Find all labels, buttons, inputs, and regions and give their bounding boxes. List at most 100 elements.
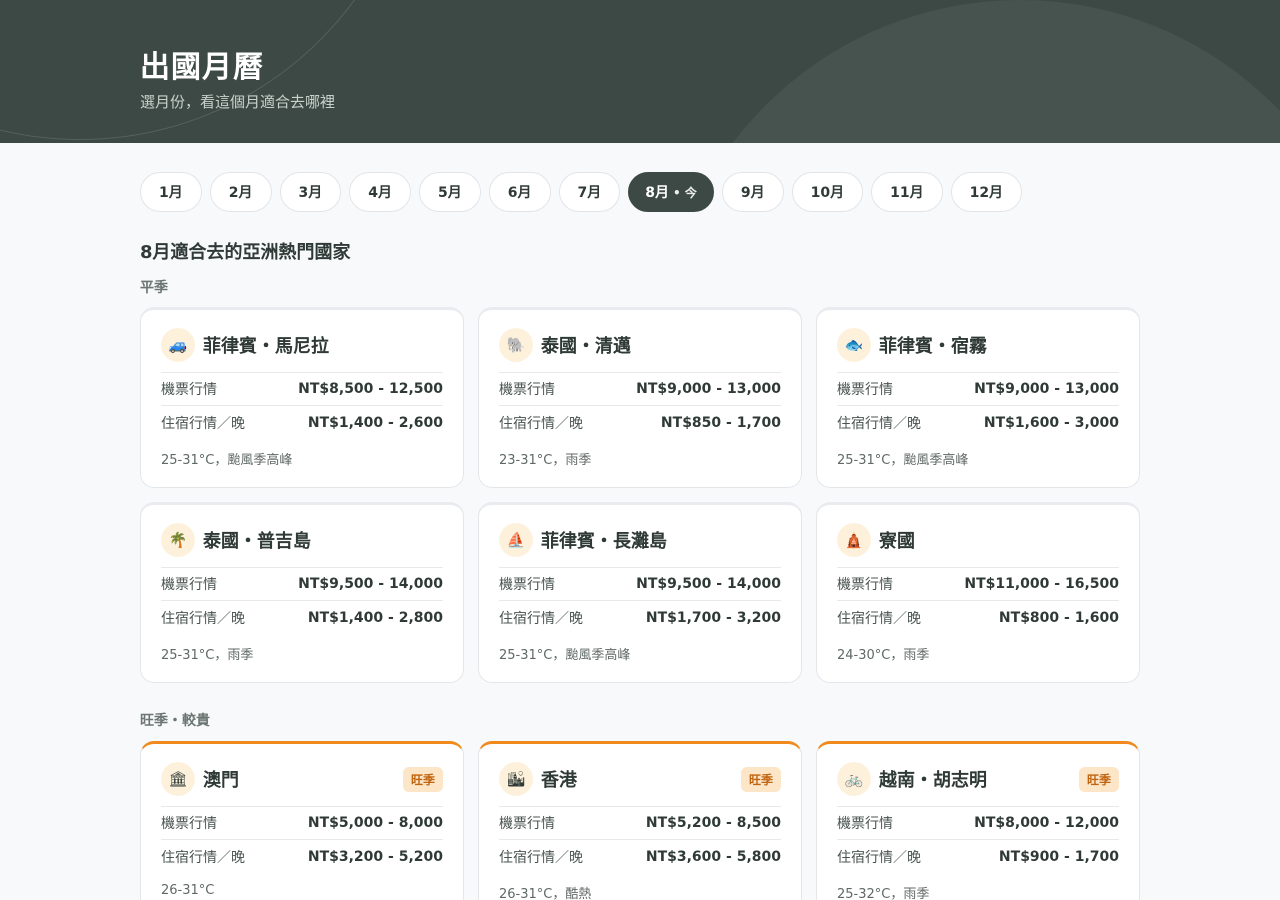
- elephant-icon: 🐘: [499, 328, 533, 362]
- hotel-price-value: NT$1,600 - 3,000: [983, 414, 1119, 431]
- weather-note: 26-31°C，酷熱: [499, 887, 592, 900]
- flight-price-label: 機票行情: [161, 577, 217, 593]
- flight-price-label: 機票行情: [161, 382, 217, 398]
- weather-note: 25-32°C，雨季: [837, 887, 930, 900]
- month-tab-label: 2月: [228, 185, 253, 201]
- flight-price-label: 機票行情: [837, 577, 893, 593]
- destination-card[interactable]: 🐘 泰國・清邁機票行情 NT$9,000 - 13,000 住宿行情／晚 NT$850 …: [478, 307, 802, 488]
- hotel-price-row: 住宿行情／晚 NT$1,400 - 2,800: [161, 601, 443, 634]
- flight-price-value: NT$11,000 - 16,500: [964, 576, 1119, 592]
- today-marker: • 今: [673, 185, 697, 200]
- flight-price-row: 機票行情 NT$11,000 - 16,500: [837, 568, 1119, 601]
- flight-price-label: 機票行情: [837, 382, 893, 398]
- card-header: 🛕 寮國: [837, 523, 1119, 568]
- destination-card[interactable]: 🏛 澳門 旺季 機票行情 NT$5,000 - 8,000 住宿行情／晚 NT$3,200 …: [140, 741, 464, 900]
- peak-season-badge: 旺季: [1078, 766, 1119, 792]
- destination-card[interactable]: 🚲 越南・胡志明 旺季機票行情 NT$8,000 - 12,000 住宿行情／晚 NT$9…: [816, 741, 1140, 900]
- month-tab-7[interactable]: 7月: [558, 172, 621, 212]
- flight-price-value: NT$5,200 - 8,500: [645, 815, 781, 831]
- weather-note: 25-31°C，颱風季高峰: [161, 453, 293, 468]
- flight-price-label: 機票行情: [499, 577, 555, 593]
- bicycle-icon: 🚲: [837, 762, 871, 796]
- month-tab-6[interactable]: 6月: [488, 172, 551, 212]
- weather-note: 24-30°C，雨季: [837, 648, 930, 663]
- destination-card[interactable]: 🛕 寮國機票行情 NT$11,000 - 16,500 住宿行情／晚 NT$800 - …: [816, 502, 1140, 683]
- month-tab-label: 1月: [159, 185, 183, 201]
- flight-price-value: NT$8,000 - 12,000: [974, 815, 1119, 831]
- hotel-price-label: 住宿行情／晚: [161, 610, 245, 627]
- flight-price-value: NT$9,000 - 13,000: [636, 381, 781, 397]
- hotel-price-row: 住宿行情／晚 NT$850 - 1,700: [499, 406, 781, 439]
- page-header: 出國月曆 選月份，看這個月適合去哪裡: [0, 0, 1280, 143]
- flight-price-value: NT$9,500 - 14,000: [636, 576, 781, 592]
- hotel-price-row: 住宿行情／晚 NT$1,600 - 3,000: [837, 406, 1119, 439]
- destination-name: 香港: [541, 770, 577, 791]
- flight-price-label: 機票行情: [837, 816, 893, 832]
- weather-note: 25-31°C，颱風季高峰: [837, 453, 969, 468]
- month-tab-4[interactable]: 4月: [349, 172, 411, 212]
- month-tab-2[interactable]: 2月: [209, 172, 272, 212]
- destination-name: 泰國・清邁: [541, 336, 631, 357]
- destination-card[interactable]: 🚙 菲律賓・馬尼拉 機票行情 NT$8,500 - 12,500 住宿行情／晚 NT$1,…: [140, 307, 464, 488]
- destination-name: 菲律賓・馬尼拉: [203, 336, 329, 357]
- hotel-price-value: NT$850 - 1,700: [660, 414, 781, 431]
- flight-price-value: NT$5,000 - 8,000: [307, 815, 443, 831]
- month-tab-12[interactable]: 12月: [950, 172, 1023, 212]
- hotel-price-row: 住宿行情／晚 NT$800 - 1,600: [837, 601, 1119, 634]
- flight-price-row: 機票行情 NT$5,000 - 8,000: [161, 807, 443, 840]
- temple-icon: 🛕: [837, 523, 871, 557]
- month-tab-label: 8月: [645, 185, 669, 201]
- whale-shark-icon: 🐟: [837, 328, 871, 362]
- section-title: 8月適合去的亞洲熱門國家: [140, 242, 351, 263]
- flight-price-value: NT$9,000 - 13,000: [974, 381, 1119, 397]
- hotel-price-value: NT$900 - 1,700: [998, 848, 1119, 865]
- card-header: 🏙 香港 旺季: [499, 762, 781, 807]
- weather-note: 25-31°C，颱風季高峰: [499, 648, 631, 663]
- hotel-price-label: 住宿行情／晚: [161, 849, 245, 866]
- month-tab-label: 6月: [507, 185, 532, 201]
- month-tab-10[interactable]: 10月: [791, 172, 864, 212]
- hotel-price-label: 住宿行情／晚: [837, 849, 921, 866]
- weather-note: 25-31°C，雨季: [161, 648, 254, 663]
- month-tab-9[interactable]: 9月: [721, 172, 784, 212]
- destination-card[interactable]: ⛵ 菲律賓・長灘島 機票行情 NT$9,500 - 14,000 住宿行情／晚 NT$1,…: [478, 502, 802, 683]
- flight-price-row: 機票行情 NT$5,200 - 8,500: [499, 807, 781, 840]
- sailboat-icon: ⛵: [499, 523, 533, 557]
- header-decor-circle: [660, 0, 1280, 143]
- flight-price-row: 機票行情 NT$9,500 - 14,000: [161, 568, 443, 601]
- hotel-price-row: 住宿行情／晚 NT$1,700 - 3,200: [499, 601, 781, 634]
- destination-name: 菲律賓・宿霧: [879, 336, 987, 357]
- destination-card[interactable]: 🏙 香港 旺季 機票行情 NT$5,200 - 8,500 住宿行情／晚 NT$3,600 …: [478, 741, 802, 900]
- peak-season-badge: 旺季: [740, 766, 781, 792]
- hotel-price-value: NT$1,700 - 3,200: [645, 609, 781, 626]
- month-tab-8[interactable]: 8月 • 今: [628, 172, 714, 212]
- card-header: 🌴 泰國・普吉島: [161, 523, 443, 568]
- flight-price-row: 機票行情 NT$9,000 - 13,000: [499, 373, 781, 406]
- month-tab-label: 10月: [810, 185, 845, 201]
- hotel-price-row: 住宿行情／晚 NT$900 - 1,700: [837, 840, 1119, 873]
- card-header: 🚙 菲律賓・馬尼拉: [161, 328, 443, 373]
- month-tab-label: 5月: [438, 185, 462, 201]
- month-tab-label: 9月: [740, 185, 765, 201]
- month-tab-label: 12月: [969, 185, 1004, 201]
- destination-name: 越南・胡志明: [879, 770, 987, 791]
- month-tab-5[interactable]: 5月: [419, 172, 481, 212]
- casino-tower-icon: 🏛: [161, 762, 195, 796]
- flight-price-value: NT$8,500 - 12,500: [298, 381, 443, 397]
- flight-price-row: 機票行情 NT$9,500 - 14,000: [499, 568, 781, 601]
- month-tab-11[interactable]: 11月: [871, 172, 943, 212]
- destination-card[interactable]: 🌴 泰國・普吉島 機票行情 NT$9,500 - 14,000 住宿行情／晚 NT$1,4…: [140, 502, 464, 683]
- flight-price-label: 機票行情: [499, 382, 555, 398]
- destination-card[interactable]: 🐟 菲律賓・宿霧機票行情 NT$9,000 - 13,000 住宿行情／晚 NT$1,6…: [816, 307, 1140, 488]
- month-tab-3[interactable]: 3月: [279, 172, 342, 212]
- hotel-price-value: NT$1,400 - 2,800: [307, 609, 443, 626]
- jeepney-icon: 🚙: [161, 328, 195, 362]
- hotel-price-value: NT$800 - 1,600: [998, 609, 1119, 626]
- hotel-price-value: NT$3,200 - 5,200: [307, 848, 443, 865]
- flight-price-row: 機票行情 NT$8,500 - 12,500: [161, 373, 443, 406]
- flight-price-row: 機票行情 NT$8,000 - 12,000: [837, 807, 1119, 840]
- hotel-price-label: 住宿行情／晚: [161, 415, 245, 432]
- page-title: 出國月曆: [140, 50, 264, 85]
- month-tab-1[interactable]: 1月: [140, 172, 202, 212]
- flight-price-label: 機票行情: [161, 816, 217, 832]
